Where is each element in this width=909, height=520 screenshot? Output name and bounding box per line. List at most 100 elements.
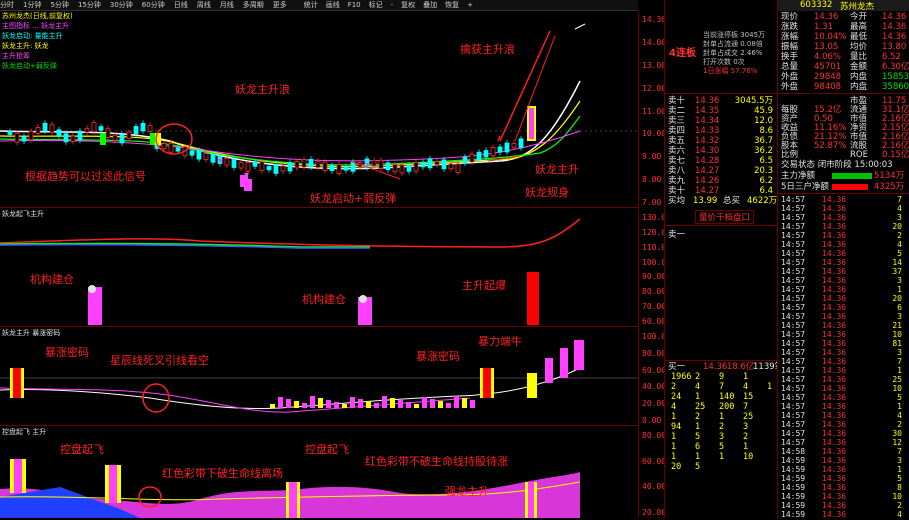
candle [266, 165, 272, 171]
queue-cell: 3 [719, 432, 725, 442]
queue-row: 20 5 [665, 462, 777, 472]
sell-row: 卖十 14.36 3045.5万 [665, 96, 777, 106]
toolbar-tool-6[interactable]: 叠加 [423, 1, 437, 9]
panel2-lines [0, 218, 581, 325]
toolbar-period-6[interactable]: 日线 [174, 1, 188, 9]
axis-tick: 60.00 [642, 317, 667, 326]
queue-cell: 1 [695, 452, 701, 462]
toolbar-tool-8[interactable]: + [467, 1, 473, 9]
sell-row-label: 卖七 [668, 156, 686, 166]
candle [301, 159, 307, 168]
tick-volume: 4 [897, 510, 902, 519]
toolbar-period-7[interactable]: 周线 [197, 1, 211, 9]
main-chart-panel[interactable]: 苏州龙杰(日线,前复权) 主图指标 ... 妖龙主升 妖龙启动: 量能主升 妖龙… [0, 11, 638, 208]
toolbar-period-2[interactable]: 5分钟 [50, 1, 68, 9]
quote-row: 外盘 29848 内盘 15853 [778, 72, 909, 82]
order-depth-button[interactable]: 量价千档盘口 [695, 210, 755, 224]
sell-row-price: 14.27 [695, 186, 720, 196]
queue-row: 1 2 1 25 [665, 412, 777, 422]
queue-cell: 9 [719, 372, 725, 382]
sell-row: 卖八 14.27 20.3 [665, 166, 777, 176]
toolbar-period-0[interactable]: 分时 [0, 1, 14, 9]
volume-bar [422, 397, 427, 408]
toolbar-tool-3[interactable]: 标记 [369, 1, 383, 9]
candle [14, 132, 20, 143]
toolbar-period-1[interactable]: 1分钟 [23, 1, 41, 9]
tick-list[interactable]: 14:57 14.36 7 14:57 14.36 4 14:57 14.36 3 14:57 14… [778, 195, 909, 519]
candle [231, 159, 237, 168]
queue-cell: 10 [743, 452, 754, 462]
candle [161, 143, 167, 149]
indicator-panel-3[interactable]: 妖龙主升 暴涨密码 暴涨密码 星辰线死叉引线看空 暴涨密码 暴力端牛 [0, 328, 638, 426]
candle [119, 134, 125, 144]
toolbar-period-10[interactable]: 更多 [273, 1, 287, 9]
toolbar-tool-5[interactable]: 复权 [401, 1, 415, 9]
candle [448, 163, 454, 170]
toolbar-tool-0[interactable]: 统计 [304, 1, 318, 9]
quote-cell: 29848 [814, 72, 842, 82]
toolbar-period-9[interactable]: 多周期 [243, 1, 264, 9]
annotation-red-hold: 红色彩带不破生命线持股待涨 [365, 455, 508, 468]
quote-cell: 金额 [850, 62, 868, 72]
candle [210, 153, 216, 163]
annotation-star-line: 星辰线死叉引线看空 [110, 354, 209, 367]
annotation-main-uptrend: 妖龙主升浪 [235, 83, 290, 96]
stock-name: 苏州龙杰 [840, 2, 875, 12]
sell-row-label: 卖十 [668, 96, 686, 106]
axis-tick: 20.00 [642, 508, 667, 517]
queue-cell: 1966 [671, 372, 692, 382]
queue-row: 2 4 7 4 1 [665, 382, 777, 392]
sell-row-price: 14.28 [695, 156, 720, 166]
tick-price: 14.36 [822, 510, 847, 519]
toolbar-period-8[interactable]: 月线 [220, 1, 234, 9]
candle [336, 164, 342, 174]
candle [175, 147, 181, 152]
candle [378, 159, 384, 169]
candle [329, 165, 335, 172]
volume-bar [294, 401, 299, 408]
annotation-dragon-shape: 妖龙规身 [525, 186, 569, 199]
candle [406, 165, 412, 172]
candle [399, 164, 405, 174]
volume-bar [382, 396, 387, 408]
sell-row: 卖十 14.27 6.4 [665, 186, 777, 196]
volume-bar [454, 396, 459, 408]
sell-row: 卖二 14.35 45.9 [665, 106, 777, 116]
quote-row: 总量 45701 金额 6.30亿 [778, 62, 909, 72]
axis-tick: 40.00 [642, 382, 667, 392]
toolbar-tool-2[interactable]: F10 [348, 1, 361, 9]
toolbar-tool-7[interactable]: 恢复 [445, 1, 459, 9]
queue-cell: 7 [743, 402, 749, 412]
indicator-panel-4[interactable]: 控盘起飞 主升 控盘起飞 红色彩带下破生命线离场 控盘起飞 红色彩带不破生命线持… [0, 427, 638, 518]
volume-bar [406, 402, 411, 408]
quote-cell: 10.04% [814, 32, 847, 42]
toolbar-tool-1[interactable]: 画线 [326, 1, 340, 9]
candle [294, 161, 300, 169]
quote-cell: 14.36 [882, 22, 907, 32]
toolbar-period-3[interactable]: 15分钟 [78, 1, 101, 9]
queue-cell: 1 [743, 442, 749, 452]
candle [259, 161, 265, 172]
queue-list: 1966 2 9 1 2 4 7 4 1 24 1 140 15 4 25 200 7 1 2 1 25 94 1 2 3 1 5 3… [665, 372, 777, 482]
candle [252, 161, 258, 167]
sell-row: 卖六 14.30 36.2 [665, 146, 777, 156]
queue-cell: 140 [719, 392, 735, 402]
candle [105, 128, 111, 139]
axis-tick: 60.00 [642, 456, 667, 466]
sell-row-label: 卖二 [668, 106, 686, 116]
candle [203, 153, 209, 160]
toolbar-period-5[interactable]: 60分钟 [142, 1, 165, 9]
candle [140, 122, 146, 132]
candle [490, 147, 496, 157]
volume-bar [414, 404, 419, 408]
sell-row-price: 14.32 [695, 136, 720, 146]
toolbar-period-4[interactable]: 30分钟 [110, 1, 133, 9]
candle [413, 162, 419, 172]
candle [63, 133, 69, 143]
candle [35, 126, 41, 134]
indicator-panel-2[interactable]: 妖龙起飞主升 机构建仓 机构建仓 主升起爆 [0, 209, 638, 327]
axis-tick: 40.00 [642, 482, 667, 492]
toolbar-tool-4[interactable]: - [391, 1, 394, 9]
annotation-red-break: 红色彩带下破生命线离场 [162, 467, 283, 480]
quote-row: 振幅 13.05 均价 13.80 [778, 42, 909, 52]
